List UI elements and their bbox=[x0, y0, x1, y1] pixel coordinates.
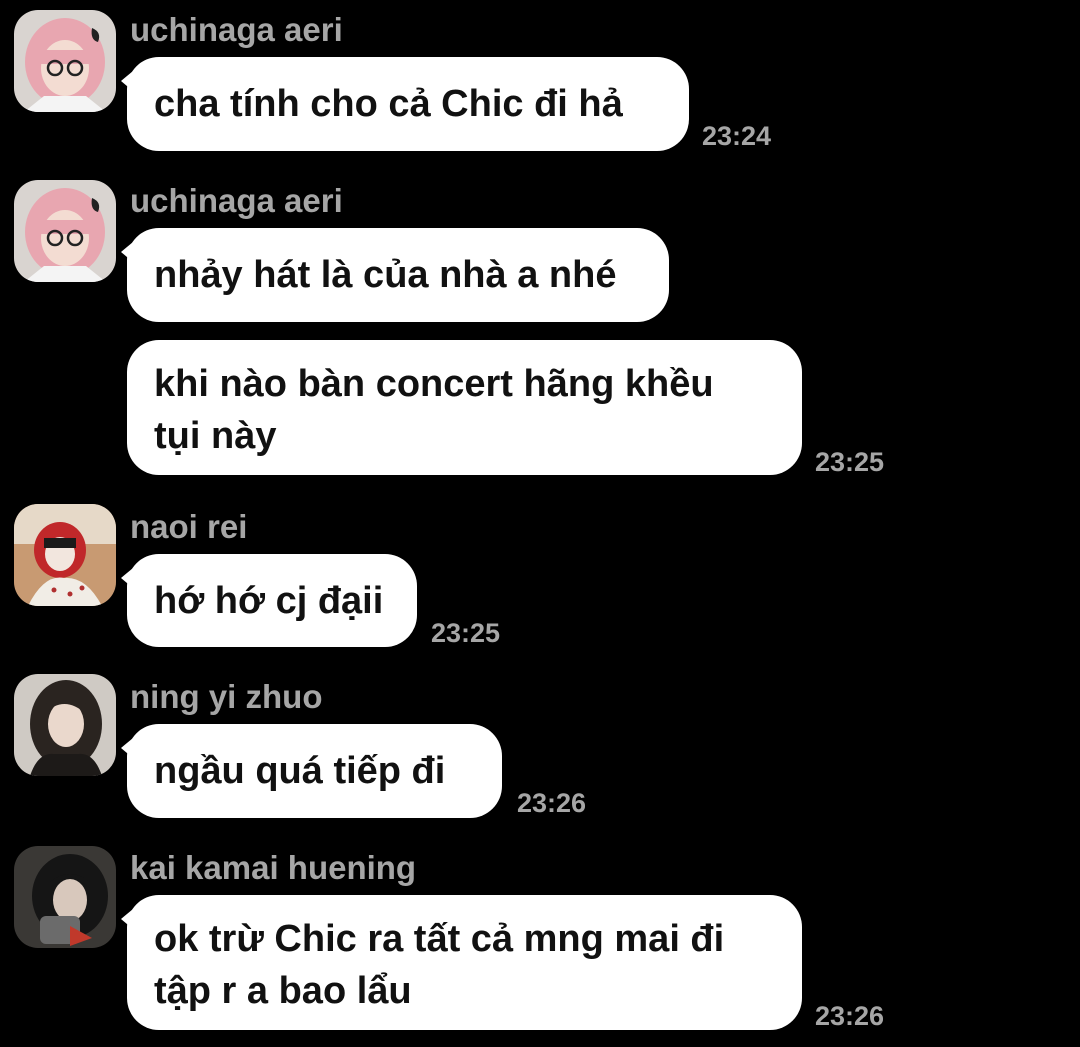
message-time: 23:26 bbox=[517, 788, 587, 818]
avatar-pink-hair-image bbox=[14, 10, 116, 112]
avatar-pink-hair-image bbox=[14, 180, 116, 282]
avatar[interactable] bbox=[14, 180, 116, 282]
message-time: 23:26 bbox=[815, 1001, 885, 1031]
avatar-red-hood-image bbox=[14, 504, 116, 606]
chat-view[interactable]: uchinaga aeri cha tính cho cả Chic đi hả… bbox=[0, 0, 1080, 1047]
message-text-line: ok trừ Chic ra tất cả mng mai đi bbox=[154, 918, 725, 960]
sender-name: ning yi zhuo bbox=[130, 678, 323, 715]
message-bubble[interactable]: nhảy hát là của nhà a nhé bbox=[121, 228, 669, 322]
avatar[interactable] bbox=[14, 504, 116, 606]
message-bubble[interactable]: cha tính cho cả Chic đi hả bbox=[121, 57, 689, 151]
message-text: nhảy hát là của nhà a nhé bbox=[154, 254, 617, 296]
message-time: 23:24 bbox=[702, 121, 772, 151]
avatar[interactable] bbox=[14, 846, 116, 948]
avatar[interactable] bbox=[14, 674, 116, 776]
avatar-hooded-image bbox=[14, 846, 116, 948]
message-text: cha tính cho cả Chic đi hả bbox=[154, 83, 623, 125]
message-bubble[interactable]: ok trừ Chic ra tất cả mng mai đi tập r a… bbox=[121, 895, 802, 1030]
message-text: ngầu quá tiếp đi bbox=[154, 750, 446, 792]
message-time: 23:25 bbox=[431, 618, 501, 648]
sender-name: uchinaga aeri bbox=[130, 11, 343, 48]
sender-name: kai kamai huening bbox=[130, 849, 417, 886]
bubble-tail bbox=[121, 738, 133, 758]
sender-name: uchinaga aeri bbox=[130, 182, 343, 219]
sender-name: naoi rei bbox=[130, 508, 248, 545]
message-bubble[interactable]: ngầu quá tiếp đi bbox=[121, 724, 502, 818]
bubble-tail bbox=[121, 568, 133, 588]
bubble-tail bbox=[121, 909, 133, 929]
message-bubble[interactable]: khi nào bàn concert hãng khều tụi này bbox=[127, 340, 802, 475]
message-text-line: tập r a bao lẩu bbox=[154, 970, 412, 1012]
bubble-tail bbox=[121, 242, 133, 262]
message-bubble[interactable]: hớ hớ cj đạii bbox=[121, 554, 417, 647]
avatar-dark-hair-image bbox=[14, 674, 116, 776]
message-text: hớ hớ cj đạii bbox=[154, 579, 384, 622]
avatar[interactable] bbox=[14, 10, 116, 112]
message-text-line: khi nào bàn concert hãng khều bbox=[154, 363, 714, 405]
message-text-line: tụi này bbox=[154, 415, 277, 457]
bubble-tail bbox=[121, 71, 133, 91]
message-time: 23:25 bbox=[815, 447, 885, 477]
